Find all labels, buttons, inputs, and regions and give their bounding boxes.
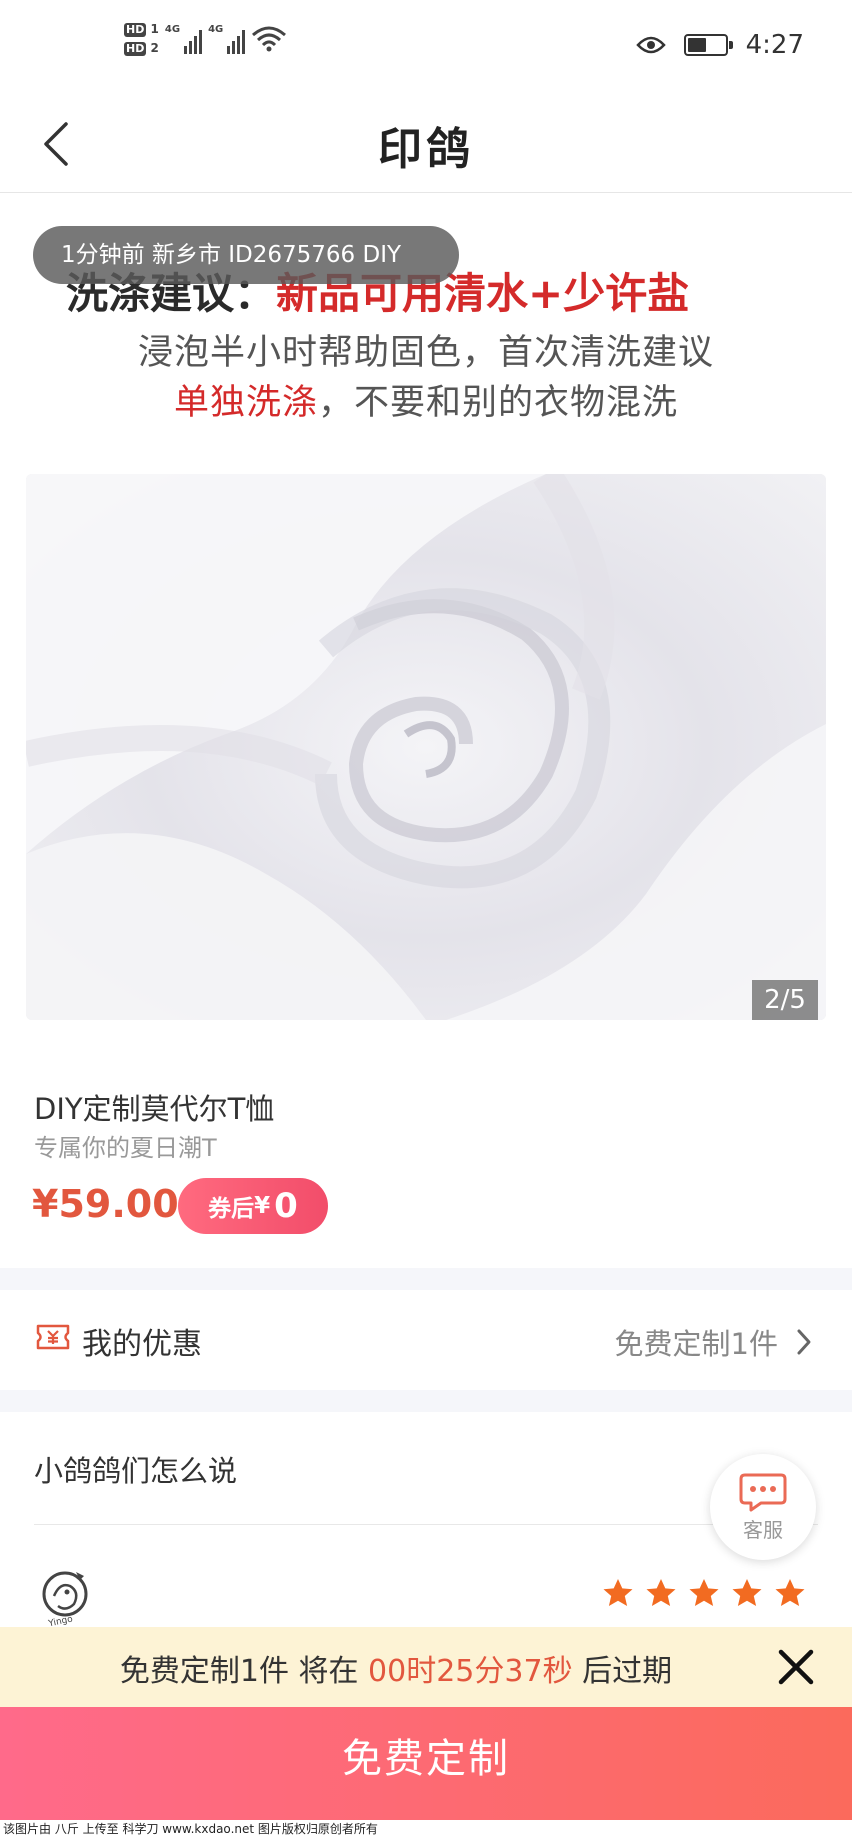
advice-line-3-rest: ，不要和别的衣物混洗 bbox=[318, 383, 679, 423]
battery-fill bbox=[687, 38, 706, 52]
star-icon bbox=[603, 1579, 633, 1606]
my-offers-row[interactable]: 我的优惠 免费定制1件 bbox=[0, 1290, 852, 1390]
advice-line-2: 浸泡半小时帮助固色，首次清洗建议 bbox=[137, 333, 714, 373]
gallery-pager: 2/5 bbox=[752, 980, 818, 1020]
fabric-swirl-image bbox=[26, 474, 826, 1020]
section-divider bbox=[0, 1268, 852, 1290]
close-icon[interactable] bbox=[774, 1645, 818, 1689]
expiry-text: 免费定制1件 将在 00时25分37秒 后过期 bbox=[0, 1646, 792, 1690]
product-image[interactable]: 2/5 bbox=[26, 474, 826, 1020]
advice-line-3-highlight: 单独洗涤 bbox=[173, 383, 318, 423]
free-customize-button[interactable]: 免费定制 bbox=[0, 1707, 852, 1820]
nav-bar: 印鸽 bbox=[0, 95, 852, 193]
avatar-text: Yingo bbox=[47, 1614, 75, 1626]
star-icon bbox=[646, 1579, 676, 1606]
status-bar: HD 1 HD 2 4G 4G 4:27 bbox=[0, 0, 852, 95]
expiry-suffix: 后过期 bbox=[572, 1654, 673, 1689]
battery-icon bbox=[683, 34, 733, 56]
signal-icon: 4G bbox=[208, 24, 246, 54]
offers-value: 免费定制1件 bbox=[614, 1327, 778, 1361]
expiry-prefix: 免费定制1件 将在 bbox=[119, 1654, 369, 1689]
activity-toast: 1分钟前 新乡市 ID2675766 DIY bbox=[33, 226, 459, 284]
product-price: ¥59.00 bbox=[32, 1182, 179, 1226]
section-divider bbox=[0, 1390, 852, 1412]
reviews-heading: 小鸽鸽们怎么说 bbox=[34, 1454, 238, 1488]
coupon-value: 0 bbox=[274, 1186, 298, 1226]
star-icon bbox=[689, 1579, 719, 1606]
coupon-prefix: 券后 bbox=[208, 1196, 255, 1222]
hd1-badge: HD 1 bbox=[124, 22, 159, 37]
signal-icon: 4G bbox=[165, 24, 203, 54]
reviews-divider bbox=[34, 1524, 818, 1525]
status-right: 4:27 bbox=[635, 30, 804, 60]
wifi-icon bbox=[252, 26, 287, 52]
rating-stars bbox=[602, 1578, 806, 1608]
watermark-text: 该图片由 八斤 上传至 科学刀 www.kxdao.net 图片版权归原创者所有 bbox=[0, 1820, 852, 1839]
advice-line-3: 单独洗涤，不要和别的衣物混洗 bbox=[0, 374, 852, 425]
chevron-right-icon bbox=[797, 1329, 811, 1355]
star-icon bbox=[775, 1579, 805, 1606]
hd2-badge: HD 2 bbox=[124, 41, 159, 56]
offers-label: 我的优惠 bbox=[82, 1327, 202, 1362]
product-title: DIY定制莫代尔T恤 bbox=[34, 1092, 275, 1126]
hd-indicators: HD 1 HD 2 bbox=[124, 22, 159, 56]
star-icon bbox=[732, 1579, 762, 1606]
expiry-banner: 免费定制1件 将在 00时25分37秒 后过期 bbox=[0, 1627, 852, 1707]
eye-icon bbox=[635, 36, 666, 54]
avatar[interactable]: Yingo bbox=[40, 1568, 94, 1630]
coupon-currency: ¥ bbox=[254, 1193, 271, 1219]
coupon-price-badge: 券后 ¥ 0 bbox=[178, 1178, 328, 1234]
chat-icon bbox=[739, 1473, 787, 1511]
product-subtitle: 专属你的夏日潮T bbox=[34, 1134, 217, 1162]
page-title: 印鸽 bbox=[378, 124, 474, 175]
customer-service-button[interactable]: 客服 bbox=[710, 1454, 816, 1560]
customer-service-label: 客服 bbox=[743, 1517, 783, 1542]
yingo-logo-icon: Yingo bbox=[42, 1571, 88, 1630]
expiry-countdown: 00时25分37秒 bbox=[368, 1654, 573, 1689]
status-left: HD 1 HD 2 4G 4G bbox=[124, 22, 287, 56]
status-time: 4:27 bbox=[745, 30, 804, 60]
coupon-icon bbox=[36, 1324, 70, 1350]
